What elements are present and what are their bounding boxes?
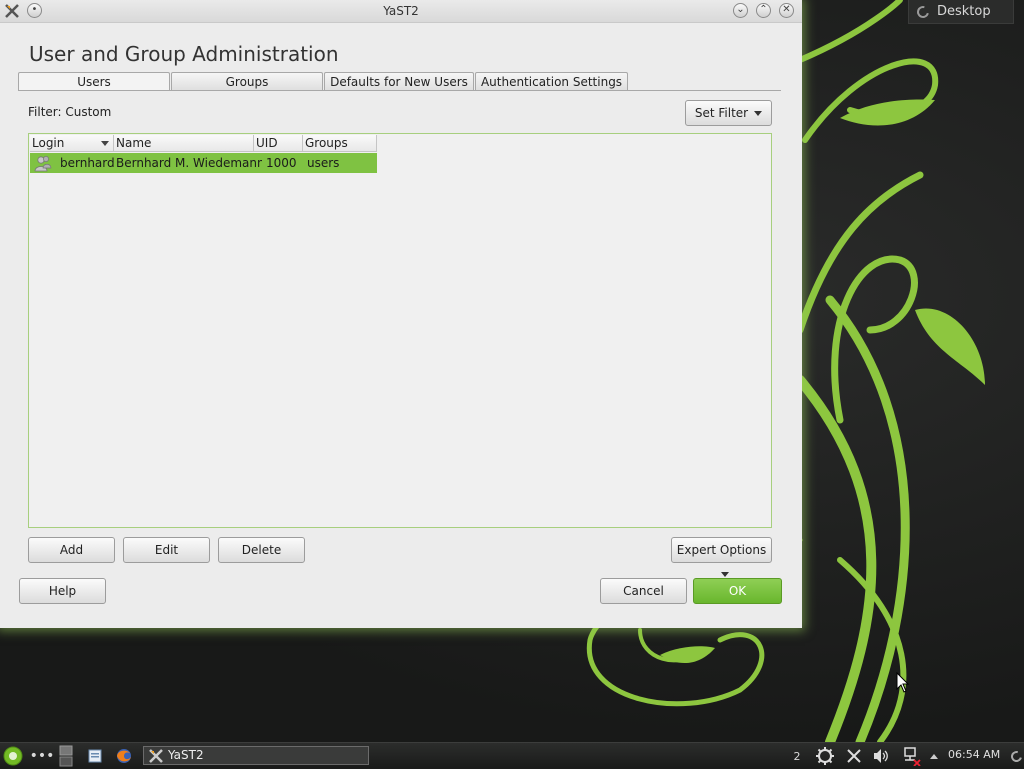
help-label: Help: [48, 584, 77, 598]
tab-bar: Users Groups Defaults for New Users Auth…: [18, 72, 629, 91]
help-button[interactable]: Help: [19, 578, 106, 604]
filter-label: Filter: Custom: [28, 105, 112, 119]
close-button[interactable]: ✕: [779, 3, 794, 18]
activity-manager-icon[interactable]: [1008, 743, 1024, 769]
tab-groups-label: Groups: [225, 75, 269, 89]
column-header-name[interactable]: Name: [114, 135, 254, 152]
tab-defaults-label: Defaults for New Users: [330, 75, 468, 89]
cancel-label: Cancel: [623, 584, 664, 598]
yast-window: • YaST2 ⌄ ⌃ ✕ User and Group Administrat…: [0, 0, 802, 628]
clock[interactable]: 06:54 AM: [948, 748, 1000, 761]
set-filter-button[interactable]: Set Filter: [685, 100, 772, 126]
set-filter-label: Set Filter: [694, 106, 749, 120]
taskbar-task-label: YaST2: [168, 748, 204, 762]
cell-login: bernhard: [60, 156, 115, 170]
pager-icon[interactable]: [58, 743, 74, 769]
system-settings-gear-icon[interactable]: [814, 743, 836, 769]
overflow-dots-icon[interactable]: •••: [30, 743, 55, 769]
taskbar: ••• YaST2 2 06:54 AM: [0, 742, 1024, 768]
column-groups-label: Groups: [305, 136, 348, 150]
cell-uid: 1000: [266, 156, 297, 170]
opensuse-logo-icon: [3, 746, 23, 766]
window-title: YaST2: [383, 4, 419, 18]
user-icon: [34, 156, 52, 172]
cancel-button[interactable]: Cancel: [600, 578, 687, 604]
sort-descending-icon: [101, 141, 109, 146]
taskbar-task-yast[interactable]: YaST2: [143, 746, 369, 765]
cell-name: Bernhard M. Wiedemann: [116, 156, 262, 170]
tab-defaults-for-new-users[interactable]: Defaults for New Users: [324, 72, 474, 91]
firefox-icon[interactable]: [114, 743, 134, 769]
delete-button[interactable]: Delete: [218, 537, 305, 563]
chevron-up-icon: ⌃: [759, 4, 768, 15]
minimize-button[interactable]: ⌄: [733, 3, 748, 18]
desktop-number[interactable]: 2: [790, 743, 804, 769]
expert-options-button[interactable]: Expert Options: [671, 537, 772, 577]
desktop-widget-label: Desktop: [937, 4, 991, 19]
tab-authentication-label: Authentication Settings: [480, 75, 623, 89]
dropdown-arrow-icon: [754, 111, 763, 116]
volume-icon[interactable]: [870, 743, 892, 769]
column-uid-label: UID: [256, 136, 278, 150]
delete-label: Delete: [241, 543, 282, 557]
add-button[interactable]: Add: [28, 537, 115, 563]
tray-expand-arrow-icon[interactable]: [928, 743, 940, 769]
column-header-uid[interactable]: UID: [254, 135, 303, 152]
maximize-button[interactable]: ⌃: [756, 3, 771, 18]
expert-options-label: Expert Options: [676, 543, 767, 557]
close-icon: ✕: [782, 4, 791, 15]
tab-authentication-settings[interactable]: Authentication Settings: [475, 72, 628, 91]
table-row[interactable]: bernhard Bernhard M. Wiedemann 1000 user…: [30, 153, 377, 173]
tab-divider: [18, 90, 781, 91]
file-manager-icon[interactable]: [86, 743, 104, 769]
desktop-activity-icon: [914, 3, 932, 20]
edit-button[interactable]: Edit: [123, 537, 210, 563]
add-label: Add: [59, 543, 84, 557]
column-name-label: Name: [116, 136, 152, 150]
window-titlebar[interactable]: • YaST2 ⌄ ⌃ ✕: [0, 0, 802, 23]
edit-label: Edit: [154, 543, 179, 557]
chevron-down-icon: ⌄: [736, 4, 745, 15]
dropdown-arrow-icon: [720, 572, 729, 577]
column-header-login[interactable]: Login: [30, 135, 114, 152]
users-table[interactable]: Login Name UID Groups bernhard Bernhard …: [28, 133, 772, 528]
mouse-cursor-icon: [896, 672, 910, 693]
tab-users-label: Users: [77, 75, 111, 89]
cell-groups: users: [307, 156, 340, 170]
page-title: User and Group Administration: [29, 42, 339, 66]
application-launcher[interactable]: [2, 743, 24, 769]
desktop-widget[interactable]: Desktop: [908, 0, 1014, 24]
ok-label: OK: [728, 584, 747, 598]
column-header-groups[interactable]: Groups: [303, 135, 377, 152]
column-login-label: Login: [32, 136, 65, 150]
tools-icon[interactable]: [843, 743, 865, 769]
network-disconnected-icon[interactable]: [899, 743, 923, 769]
yast-task-icon: [149, 749, 163, 763]
ok-button[interactable]: OK: [693, 578, 782, 604]
tab-users[interactable]: Users: [18, 72, 170, 91]
tab-groups[interactable]: Groups: [171, 72, 323, 91]
table-header: Login Name UID Groups: [30, 135, 377, 152]
